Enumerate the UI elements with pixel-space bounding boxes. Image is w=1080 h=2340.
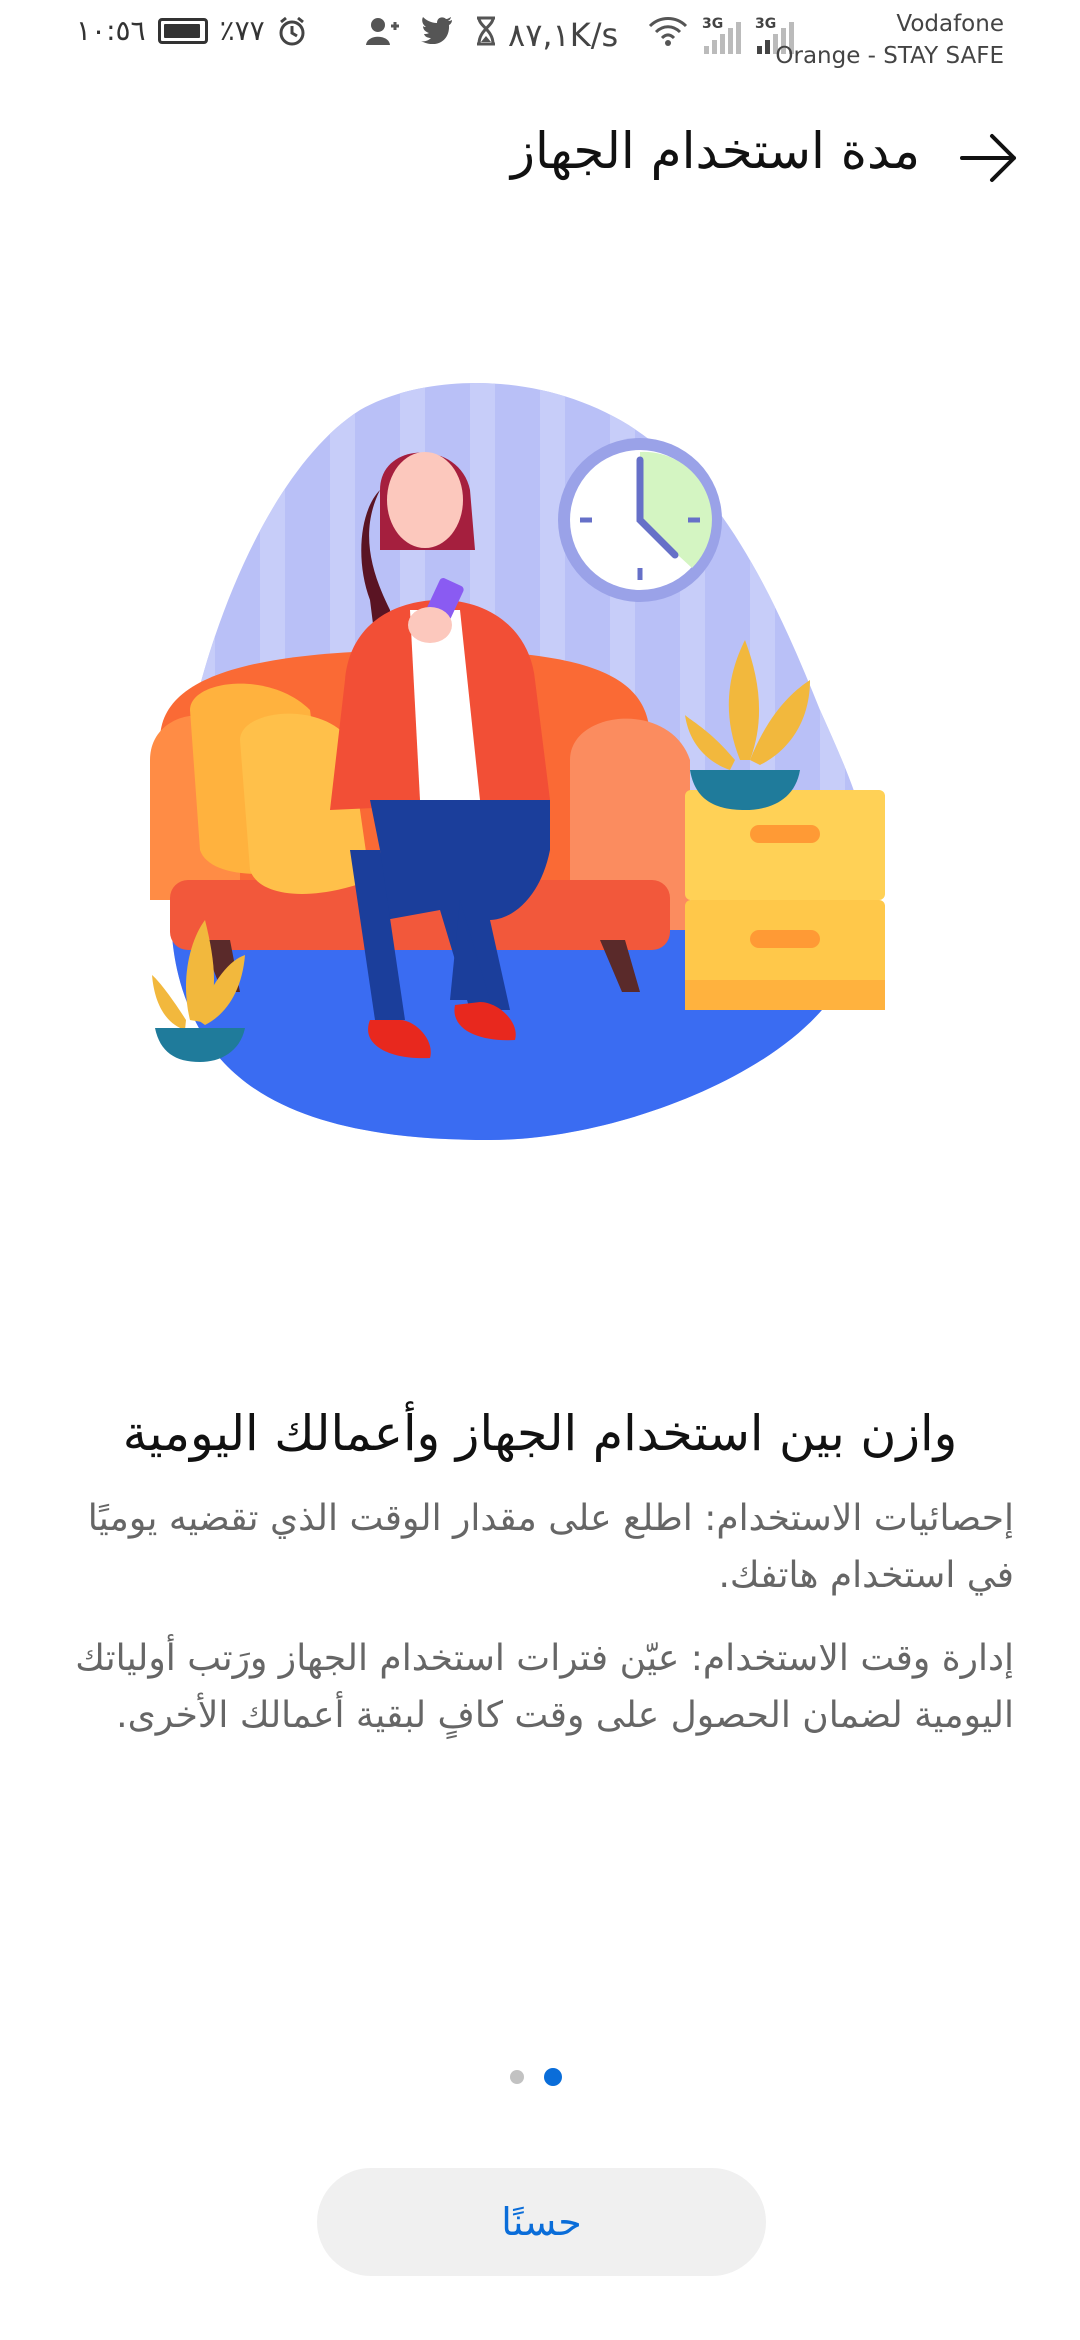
battery-icon [157, 17, 208, 44]
battery-level: ٪٧٧ [219, 14, 265, 47]
carrier-1: Vodafone [896, 11, 1004, 37]
page-indicator [510, 2068, 562, 2086]
arrow-icon[interactable] [956, 126, 1020, 190]
illustration [130, 380, 950, 1160]
page-dot-active [544, 2068, 562, 2086]
clock: ١٠:٥٦ [76, 14, 146, 47]
time-management-description: إدارة وقت الاستخدام: عيّن فترات استخدام … [75, 1638, 1014, 1736]
notification-icons [365, 16, 497, 46]
hourglass-icon [477, 16, 495, 46]
ok-button[interactable]: حسنًا [317, 2168, 766, 2276]
nightstand [685, 790, 885, 1010]
carrier-info: Vodafone Orange - STAY SAFE [775, 8, 1004, 72]
usage-stats-description: إحصائيات الاستخدام: اطلع على مقدار الوقت… [87, 1498, 1014, 1596]
status-bar: ١٠:٥٦ ٪٧٧ ٨٧,١K/s 3G 3G Vodafone Orange … [0, 0, 1080, 72]
twitter-icon [421, 17, 452, 44]
page-dot [510, 2070, 524, 2084]
app-header: مدة استخدام الجهاز [0, 110, 1080, 200]
status-left: ١٠:٥٦ ٪٧٧ [76, 14, 307, 47]
network-speed: ٨٧,١K/s [508, 16, 619, 54]
signal-icon: 3G [702, 16, 741, 54]
carrier-2: Orange - STAY SAFE [775, 43, 1004, 69]
signal-group: 3G 3G [648, 16, 794, 54]
clock-icon [558, 438, 722, 602]
wifi-icon [648, 16, 688, 54]
onboarding-heading: وازن بين استخدام الجهاز وأعمالك اليومية [122, 1405, 958, 1462]
alarm-icon [279, 16, 305, 45]
add-user-icon [366, 18, 399, 45]
page-title: مدة استخدام الجهاز [510, 122, 920, 180]
